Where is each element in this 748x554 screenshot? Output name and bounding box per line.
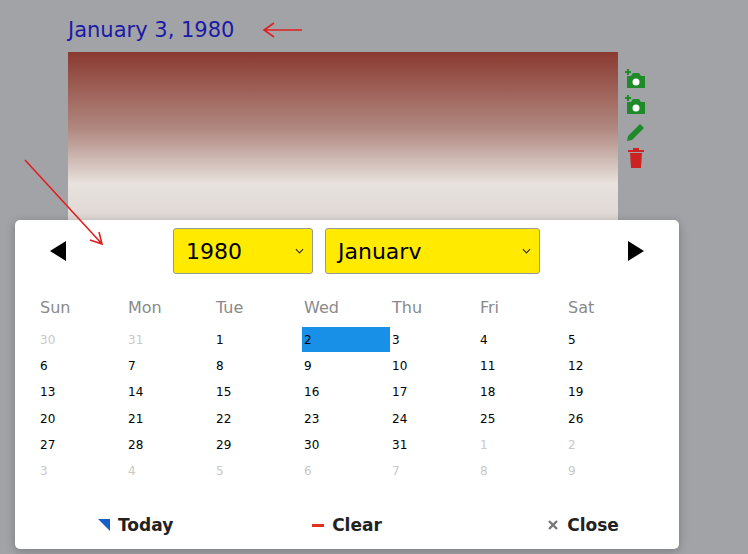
day-cell[interactable]: 25 [478, 406, 566, 431]
weekday-label: Wed [302, 298, 390, 317]
day-cell[interactable]: 7 [126, 353, 214, 378]
week-row: 20212223242526 [38, 406, 656, 432]
delete-trash-icon[interactable] [624, 146, 648, 170]
month-select[interactable]: Januarv [325, 228, 540, 274]
footer-button-label: Today [118, 515, 173, 535]
weekday-label: Mon [126, 298, 214, 317]
add-photo-icon[interactable] [624, 94, 648, 118]
page: January 3, 1980 1980 Januarv SunMonTueWedTh… [0, 0, 748, 554]
day-cell[interactable]: 12 [566, 353, 654, 378]
day-cell[interactable]: 19 [566, 380, 654, 405]
clear-button[interactable]: Clear [244, 512, 450, 538]
day-cell[interactable]: 13 [38, 380, 126, 405]
day-cell[interactable]: 3 [390, 327, 478, 352]
day-cell[interactable]: 14 [126, 380, 214, 405]
dropdown-chevron-icon [522, 248, 531, 254]
arrow-icon [25, 160, 102, 244]
day-cell[interactable]: 24 [390, 406, 478, 431]
year-value: 1980 [186, 239, 242, 264]
edit-pencil-icon[interactable] [624, 120, 648, 144]
add-photo-icon[interactable] [624, 68, 648, 92]
day-cell[interactable]: 8 [478, 459, 566, 484]
day-grid: 3031123456789101112131415161718192021222… [38, 327, 656, 485]
day-cell[interactable]: 2 [302, 327, 390, 352]
day-cell[interactable]: 30 [38, 327, 126, 352]
arrow-icon [264, 23, 302, 37]
day-cell[interactable]: 4 [126, 459, 214, 484]
today-corner-icon [98, 519, 110, 531]
day-cell[interactable]: 29 [214, 433, 302, 458]
next-month-icon[interactable] [626, 239, 646, 263]
day-cell[interactable]: 6 [302, 459, 390, 484]
day-cell[interactable]: 27 [38, 433, 126, 458]
day-cell[interactable]: 8 [214, 353, 302, 378]
week-row: 303112345 [38, 327, 656, 353]
day-cell[interactable]: 21 [126, 406, 214, 431]
day-cell[interactable]: 20 [38, 406, 126, 431]
dropdown-chevron-icon [295, 248, 304, 254]
day-cell[interactable]: 4 [478, 327, 566, 352]
day-cell[interactable]: 31 [390, 433, 478, 458]
day-cell[interactable]: 10 [390, 353, 478, 378]
day-cell[interactable]: 11 [478, 353, 566, 378]
week-row: 272829303112 [38, 433, 656, 459]
day-cell[interactable]: 1 [478, 433, 566, 458]
date-title: January 3, 1980 [68, 17, 748, 43]
day-cell[interactable]: 18 [478, 380, 566, 405]
day-cell[interactable]: 2 [566, 433, 654, 458]
day-cell[interactable]: 6 [38, 353, 126, 378]
day-cell[interactable]: 5 [214, 459, 302, 484]
day-cell[interactable]: 7 [390, 459, 478, 484]
weekday-label: Sun [38, 298, 126, 317]
today-button[interactable]: Today [38, 512, 244, 538]
footer-button-label: Close [567, 515, 619, 535]
close-button[interactable]: Close [450, 512, 656, 538]
year-select[interactable]: 1980 [173, 228, 313, 274]
day-cell[interactable]: 9 [566, 459, 654, 484]
day-cell[interactable]: 3 [38, 459, 126, 484]
calendar-header: 1980 Januarv [38, 228, 656, 274]
day-cell[interactable]: 15 [214, 380, 302, 405]
day-cell[interactable]: 17 [390, 380, 478, 405]
clear-dash-icon [312, 519, 324, 531]
calendar-footer: Today Clear Close [38, 512, 656, 538]
close-x-icon [547, 519, 559, 531]
day-cell[interactable]: 26 [566, 406, 654, 431]
weekday-label: Tue [214, 298, 302, 317]
day-cell[interactable]: 9 [302, 353, 390, 378]
day-cell[interactable]: 30 [302, 433, 390, 458]
date-picker-popup: 1980JanuarvSunMonTueWedThuFriSat30311234… [15, 220, 679, 549]
day-cell[interactable]: 23 [302, 406, 390, 431]
footer-button-label: Clear [332, 515, 382, 535]
day-cell[interactable]: 16 [302, 380, 390, 405]
month-value: Januarv [338, 239, 421, 264]
week-row: 6789101112 [38, 353, 656, 379]
day-cell[interactable]: 1 [214, 327, 302, 352]
weekday-label: Sat [566, 298, 654, 317]
weekday-label: Thu [390, 298, 478, 317]
day-cell[interactable]: 22 [214, 406, 302, 431]
weekday-label: Fri [478, 298, 566, 317]
week-row: 3456789 [38, 459, 656, 485]
day-cell[interactable]: 28 [126, 433, 214, 458]
week-row: 13141516171819 [38, 380, 656, 406]
weekday-row: SunMonTueWedThuFriSat [38, 294, 656, 320]
previous-month-icon[interactable] [48, 239, 68, 263]
annotation-arrows [0, 0, 748, 554]
day-cell[interactable]: 31 [126, 327, 214, 352]
day-cell[interactable]: 5 [566, 327, 654, 352]
